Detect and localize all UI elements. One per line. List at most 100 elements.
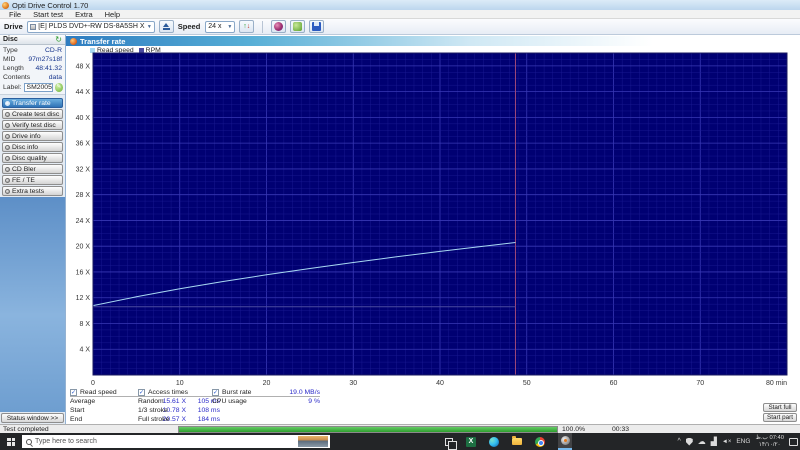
sidebar-fill [0, 197, 65, 412]
windows-logo-icon [7, 437, 15, 446]
chrome-icon[interactable] [535, 436, 545, 447]
start-part-button[interactable]: Start part [763, 413, 797, 422]
svg-text:40: 40 [436, 380, 444, 387]
chevron-down-icon: ▼ [227, 23, 233, 30]
checkbox-checked-icon[interactable]: ✓ [70, 388, 77, 396]
search-highlight-image[interactable] [298, 436, 328, 447]
fe-te-icon [5, 177, 10, 183]
sidebar: Disc ↻ Type CD-R MID 97m27s18f Length 48:41.3… [0, 35, 66, 424]
edge-icon[interactable] [489, 436, 499, 447]
disc-info-value: data [48, 74, 62, 81]
svg-text:4 X: 4 X [79, 347, 90, 354]
elapsed-time: 00:33 [612, 426, 630, 433]
language-indicator[interactable]: ENG [736, 438, 750, 445]
save-button[interactable] [309, 20, 325, 33]
disc-info-label: Type [3, 47, 18, 54]
menu-item-file[interactable]: File [3, 10, 27, 19]
edit-label-icon[interactable]: ✎ [54, 83, 63, 92]
window-title: Opti Drive Control 1.70 [12, 0, 89, 10]
checkbox-checked-icon[interactable]: ✓ [212, 388, 219, 396]
sidebar-item-label: Transfer rate [12, 99, 51, 107]
disc-info-value: 48:41.32 [35, 65, 62, 72]
file-explorer-icon[interactable] [512, 436, 522, 445]
sidebar-item-fe-te[interactable]: FE / TE [2, 175, 63, 185]
menu-item-start-test[interactable]: Start test [27, 10, 69, 19]
speed-value: 24 x [208, 23, 222, 30]
app-icon [2, 1, 9, 9]
hidden-icons-chevron-icon[interactable]: ^ [677, 438, 680, 445]
stats-header: ✓ Burst rate 19.0 MB/s [212, 388, 320, 397]
disc-info-row: Contents data [0, 73, 65, 82]
sidebar-item-drive-info[interactable]: Drive info [2, 131, 63, 141]
opti-drive-control-taskbar-button[interactable] [558, 433, 572, 450]
menu-bar: File Start test Extra Help [0, 10, 800, 19]
svg-text:24 X: 24 X [76, 218, 91, 225]
stat-value: 108 ms [197, 407, 220, 414]
svg-text:30: 30 [349, 380, 357, 387]
volume-muted-icon[interactable]: ◄× [722, 439, 731, 445]
clock-time: 07:40 ب.ظ [755, 435, 784, 441]
checkbox-checked-icon[interactable]: ✓ [138, 388, 145, 396]
sidebar-item-label: Drive info [12, 132, 41, 140]
stat-label: Random [138, 398, 164, 405]
drive-label: Drive [4, 22, 23, 31]
opti-drive-control-icon [560, 436, 570, 445]
svg-text:80 min: 80 min [766, 380, 787, 387]
defender-shield-icon[interactable] [685, 437, 693, 446]
disc-info: Type CD-R MID 97m27s18f Length 48:41.32 Conten… [0, 45, 65, 82]
disc-panel-title: Disc [3, 36, 18, 43]
disc-info-value: 97m27s18f [28, 56, 62, 63]
speed-select[interactable]: 24 x ▼ [205, 20, 236, 33]
disc-info-value: CD-R [45, 47, 62, 54]
stat-row-1-3-stroke: 1/3 stroke 108 ms [138, 406, 220, 415]
sidebar-item-label: FE / TE [12, 176, 35, 184]
refresh-speeds-button[interactable]: ↑↓ [239, 20, 255, 33]
clock-date: ۱۴/۱۰/۲۰ [758, 441, 781, 448]
svg-text:20 X: 20 X [76, 244, 91, 251]
status-window-button[interactable]: Status window >> [1, 413, 64, 423]
disc-label-input[interactable]: SM2005 [23, 83, 53, 92]
sidebar-item-disc-quality[interactable]: Disc quality [2, 153, 63, 163]
sidebar-item-label: Extra tests [12, 187, 45, 195]
stats-header: ✓ Access times [138, 388, 220, 397]
taskbar-clock[interactable]: 07:40 ب.ظ ۱۴/۱۰/۲۰ [755, 435, 784, 448]
onedrive-cloud-icon[interactable]: ☁ [698, 437, 706, 446]
svg-text:0: 0 [91, 380, 95, 387]
erase-disc-button[interactable] [271, 20, 287, 33]
start-full-button[interactable]: Start full [763, 403, 797, 412]
stat-label: Start [70, 407, 85, 414]
refresh-disc-icon[interactable]: ↻ [55, 35, 62, 44]
sidebar-item-disc-info[interactable]: Disc info [2, 142, 63, 152]
network-signal-icon[interactable]: ▟ [711, 437, 717, 446]
sidebar-nav: Transfer rate Create test disc Verify test… [0, 95, 65, 197]
start-menu-button[interactable] [0, 433, 22, 450]
toolbar-separator [262, 20, 264, 33]
eject-button[interactable] [158, 20, 174, 33]
taskbar-search[interactable]: Type here to search [22, 435, 330, 448]
task-view-icon[interactable] [445, 437, 457, 450]
sidebar-item-transfer-rate[interactable]: Transfer rate [2, 98, 63, 108]
sidebar-item-extra-tests[interactable]: Extra tests [2, 186, 63, 196]
drive-select[interactable]: [E] PLDS DVD+-RW DS-8A5SH XD12 ▼ [26, 20, 155, 33]
disc-label-row: Label: SM2005 ✎ [0, 82, 65, 95]
menu-item-extra[interactable]: Extra [69, 10, 99, 19]
title-bar: Opti Drive Control 1.70 [0, 0, 800, 10]
app-window: Opti Drive Control 1.70 File Start test Ex… [0, 0, 800, 450]
svg-text:8 X: 8 X [79, 321, 90, 328]
action-center-icon[interactable] [789, 437, 798, 446]
sidebar-item-create-test-disc[interactable]: Create test disc [2, 109, 63, 119]
sidebar-item-cd-bler[interactable]: CD Bler [2, 164, 63, 174]
drive-info-icon [5, 133, 10, 139]
stats-burst-rate: ✓ Burst rate 19.0 MB/s CPU usage 9 % [212, 388, 320, 406]
sidebar-item-verify-test-disc[interactable]: Verify test disc [2, 120, 63, 130]
disc-info-row: Type CD-R [0, 46, 65, 55]
stat-label: 1/3 stroke [138, 407, 168, 414]
svg-text:48 X: 48 X [76, 63, 91, 70]
svg-text:44 X: 44 X [76, 89, 91, 96]
stat-row-full-stroke: Full stroke 184 ms [138, 415, 220, 424]
burn-button[interactable] [290, 20, 306, 33]
svg-text:50: 50 [523, 380, 531, 387]
excel-icon[interactable]: X [466, 436, 476, 447]
menu-item-help[interactable]: Help [99, 10, 126, 19]
drive-icon [29, 23, 37, 30]
